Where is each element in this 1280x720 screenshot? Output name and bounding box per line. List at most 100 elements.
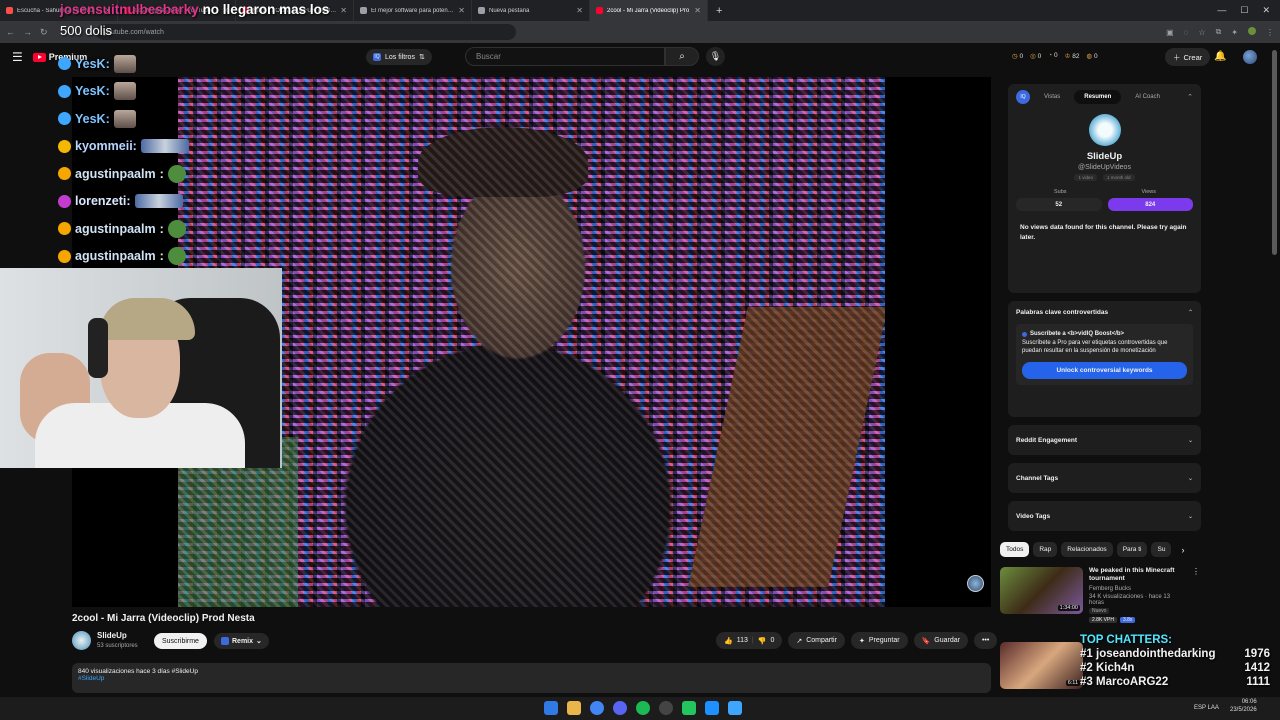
header-stat[interactable]: ◍ 0 <box>1086 52 1097 60</box>
address-bar: ← → ↻ youtube.com/watch ▣ ◌ ☆ ⧉ ✦ ⋮ <box>0 21 1280 43</box>
chat-username: YesK: <box>75 111 110 126</box>
header-stat[interactable]: ◷ 0 <box>1012 52 1023 60</box>
subs-value[interactable]: 52 <box>1016 198 1102 211</box>
maximize-icon[interactable]: ☐ <box>1240 5 1248 16</box>
browser-tab[interactable]: Nueva pestaña ✕ <box>472 0 590 21</box>
windows-start-icon[interactable] <box>544 701 558 715</box>
page-scrollbar[interactable] <box>1272 50 1277 255</box>
browser-tab[interactable]: 2cool - Mi Jarra (Videoclip) Pro ✕ <box>590 0 708 21</box>
close-tab-icon[interactable]: ✕ <box>458 6 465 15</box>
related-chip[interactable]: Para ti <box>1116 542 1148 557</box>
save-label: Guardar <box>934 637 960 644</box>
dislike-count[interactable]: 0 <box>770 637 774 644</box>
close-tab-icon[interactable]: ✕ <box>576 6 583 15</box>
vidiq-tab[interactable]: Vistas <box>1034 90 1070 104</box>
spotify-icon[interactable] <box>636 701 650 715</box>
dislike-icon[interactable]: 👎 <box>758 637 767 645</box>
vidiq-accordion-section[interactable]: Reddit Engagement ⌄ <box>1008 425 1201 455</box>
remix-button[interactable]: Remix ⌄ <box>214 633 269 649</box>
more-actions-button[interactable]: ••• <box>973 632 998 649</box>
related-chip[interactable]: Todos <box>1000 542 1030 557</box>
notifications-bell-icon[interactable]: 🔔 <box>1214 51 1226 62</box>
clock[interactable]: 06:06 23/5/2026 <box>1230 699 1257 715</box>
search-icon[interactable]: ⌕ <box>665 47 699 66</box>
vidiq-tab[interactable]: AI Coach <box>1125 90 1170 104</box>
steam-icon[interactable] <box>705 701 719 715</box>
related-chip[interactable]: Rap <box>1033 542 1058 557</box>
bookmark-star-icon[interactable]: ☆ <box>1198 28 1205 37</box>
header-stat[interactable]: ♔ 82 <box>1065 52 1080 60</box>
related-title[interactable]: We peaked in this Minecraft tournament <box>1089 567 1186 584</box>
related-channel[interactable]: Femberg Bucks <box>1089 586 1186 592</box>
microphone-icon[interactable]: 🎙 <box>706 47 725 66</box>
vidiq-tab[interactable]: Resumen <box>1074 90 1122 104</box>
related-chips: Todos Rap Relacionados Para ti Su › <box>1000 542 1184 557</box>
chevron-right-icon[interactable]: › <box>1181 545 1184 555</box>
hamburger-menu-icon[interactable]: ☰ <box>12 50 23 64</box>
channel-name[interactable]: SlideUp <box>97 631 127 640</box>
notepad-icon[interactable] <box>728 701 742 715</box>
unlock-keywords-button[interactable]: Unlock controversial keywords <box>1022 362 1187 380</box>
close-window-icon[interactable]: ✕ <box>1262 5 1270 16</box>
related-thumbnail-2[interactable]: 6:11 <box>1000 642 1083 689</box>
related-chip[interactable]: Su <box>1151 542 1172 557</box>
browser-tab[interactable]: El mejor software para potencia ✕ <box>354 0 472 21</box>
vidiq-accordion-section[interactable]: Video Tags ⌄ <box>1008 501 1201 531</box>
like-count[interactable]: 113 <box>737 637 748 644</box>
screenshot-icon[interactable]: ▣ <box>1166 28 1174 37</box>
forward-icon[interactable]: → <box>23 27 32 37</box>
keyboard-language[interactable]: ESP LAA <box>1194 705 1219 711</box>
related-thumbnail[interactable]: 1:34:00 <box>1000 567 1083 614</box>
extension-icon[interactable]: ⧉ <box>1216 27 1222 37</box>
minimize-icon[interactable]: — <box>1217 5 1226 16</box>
collapse-chevron-icon[interactable]: ⌃ <box>1187 93 1193 101</box>
vidiq-accordion-section[interactable]: Channel Tags ⌄ <box>1008 463 1201 493</box>
related-menu-icon[interactable]: ⋮ <box>1192 567 1200 623</box>
share-button[interactable]: ↗ Compartir <box>788 632 845 649</box>
keywords-header[interactable]: Palabras clave controvertidas ⌃ <box>1016 309 1193 316</box>
header-stat[interactable]: ◎ 0 <box>1030 52 1041 60</box>
account-avatar[interactable] <box>1243 50 1257 64</box>
description-box[interactable]: 840 visualizaciones hace 3 días #SlideUp… <box>72 663 991 693</box>
description-hashtag[interactable]: #SlideUp <box>78 675 985 682</box>
like-icon[interactable]: 👍 <box>724 637 733 645</box>
taskbar-icons <box>544 701 742 715</box>
channel-avatar[interactable] <box>72 631 91 650</box>
search-input[interactable]: Buscar <box>465 47 665 66</box>
related-chip[interactable]: Relacionados <box>1061 542 1113 557</box>
chat-message: agustinpaalm: <box>58 215 258 243</box>
obs-icon[interactable] <box>659 701 673 715</box>
vidiq-related-stats: 2.8K VPH 3.8x <box>1089 616 1186 623</box>
back-icon[interactable]: ← <box>6 27 15 37</box>
filters-button[interactable]: IQ Los filtros ⇅ <box>366 49 432 65</box>
new-tab-button[interactable]: + <box>716 5 722 17</box>
kebab-icon[interactable]: ⋮ <box>1266 28 1274 37</box>
remix-label: Remix <box>232 637 254 645</box>
save-button[interactable]: 🔖 Guardar <box>913 632 968 649</box>
ask-button[interactable]: ✦ Preguntar <box>850 632 908 649</box>
create-button[interactable]: ＋ Crear <box>1165 48 1211 66</box>
app-icon[interactable] <box>682 701 696 715</box>
close-tab-icon[interactable]: ✕ <box>340 6 347 15</box>
chat-message: agustinpaalm: <box>58 243 258 271</box>
stat-icon: ◷ <box>1012 53 1018 60</box>
url-field[interactable]: youtube.com/watch <box>95 24 516 40</box>
stat-icon: ◍ <box>1086 53 1093 60</box>
eye-off-icon[interactable]: ◌ <box>1184 28 1189 37</box>
close-tab-icon[interactable]: ✕ <box>694 6 701 15</box>
section-title: Video Tags <box>1016 512 1051 520</box>
reload-icon[interactable]: ↻ <box>40 27 48 38</box>
header-stat[interactable]: ◔ 0 <box>1048 52 1057 60</box>
channel-watermark[interactable] <box>967 575 984 592</box>
top-chatter-name: #1 joseandointhedarking <box>1080 648 1244 660</box>
puzzle-icon[interactable]: ✦ <box>1231 28 1238 37</box>
views-value[interactable]: 824 <box>1107 198 1193 211</box>
video-frame <box>178 77 885 607</box>
profile-icon[interactable] <box>1248 27 1256 37</box>
top-chatter-row: #3 MarcoARG22 1111 <box>1080 676 1270 688</box>
subscribe-button[interactable]: Suscribirme <box>154 633 207 649</box>
discord-icon[interactable] <box>613 701 627 715</box>
file-explorer-icon[interactable] <box>567 701 581 715</box>
related-video-item[interactable]: 1:34:00 We peaked in this Minecraft tour… <box>1000 567 1200 623</box>
chrome-icon[interactable] <box>590 701 604 715</box>
